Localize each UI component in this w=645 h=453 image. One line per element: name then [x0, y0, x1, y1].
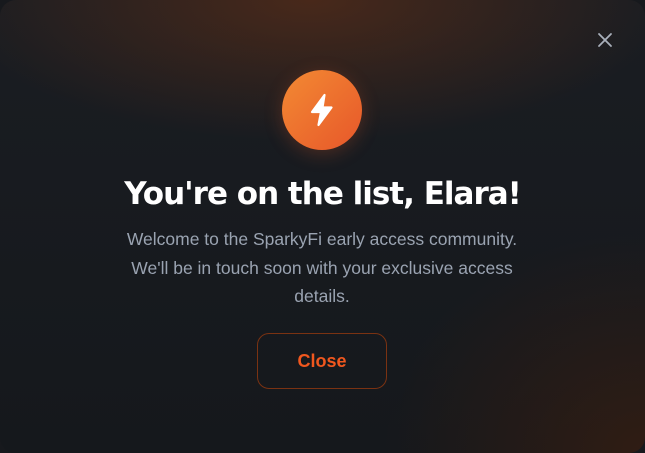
success-badge — [282, 70, 362, 150]
dialog-message: Welcome to the SparkyFi early access com… — [126, 229, 518, 306]
dismiss-button[interactable] — [594, 29, 616, 51]
close-button[interactable]: Close — [257, 333, 387, 389]
lightning-bolt-icon — [310, 93, 333, 127]
dialog-title: You're on the list, Elara! — [124, 176, 522, 212]
success-dialog: You're on the list, Elara! Welcome to th… — [0, 0, 645, 453]
close-icon[interactable] — [597, 32, 613, 48]
